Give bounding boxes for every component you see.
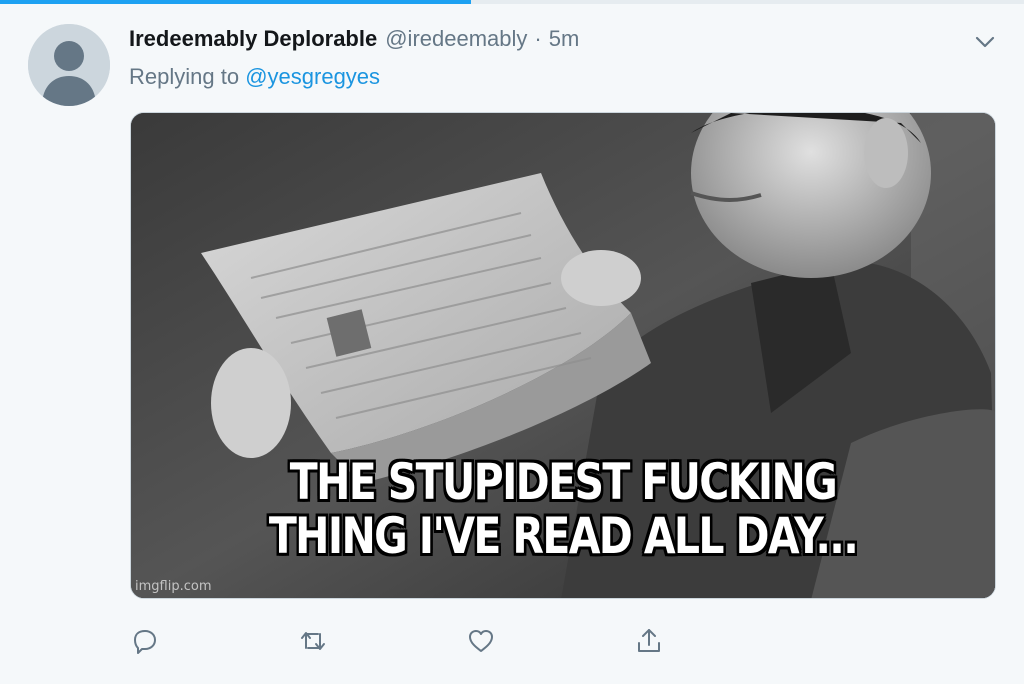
tweet[interactable]: Iredeemably Deplorable @iredeemably · 5m… <box>0 4 1024 684</box>
tweet-media-image[interactable]: THE STUPIDEST FUCKING THING I'VE READ AL… <box>130 112 996 599</box>
tweet-header: Iredeemably Deplorable @iredeemably · 5m <box>129 26 579 56</box>
meme-watermark: imgflip.com <box>135 579 212 594</box>
default-profile-icon <box>28 24 110 106</box>
reply-icon <box>134 630 156 654</box>
heart-icon <box>469 630 493 652</box>
like-button[interactable] <box>466 626 500 660</box>
reply-button[interactable] <box>130 626 164 660</box>
meme-caption-line-2: THING I'VE READ ALL DAY... <box>268 507 859 565</box>
replying-to-mention-link[interactable]: @yesgregyes <box>245 64 380 89</box>
replying-to-line: Replying to @yesgregyes <box>129 64 380 90</box>
retweet-button[interactable] <box>298 626 332 660</box>
share-button[interactable] <box>634 626 668 660</box>
tweet-menu-button[interactable] <box>971 30 999 54</box>
retweet-icon <box>301 632 325 650</box>
avatar[interactable] <box>28 24 110 106</box>
tweet-timestamp[interactable]: 5m <box>549 26 580 52</box>
separator-dot: · <box>534 26 542 51</box>
user-handle[interactable]: @iredeemably <box>385 26 527 52</box>
chevron-down-icon <box>975 36 995 48</box>
share-icon <box>638 629 660 652</box>
display-name[interactable]: Iredeemably Deplorable <box>129 26 377 52</box>
replying-to-label: Replying to <box>129 64 240 89</box>
tweet-actions-bar <box>130 626 690 660</box>
meme-caption-line-1: THE STUPIDEST FUCKING <box>289 453 838 511</box>
